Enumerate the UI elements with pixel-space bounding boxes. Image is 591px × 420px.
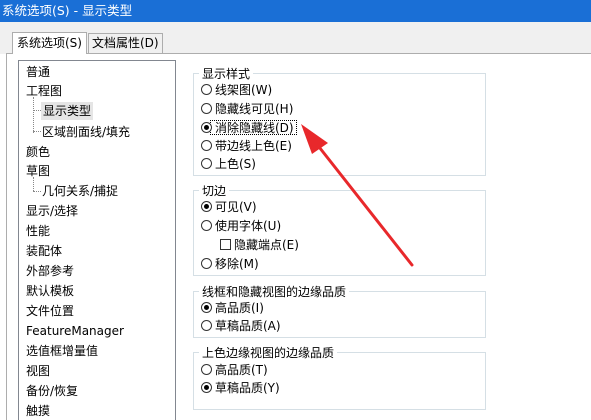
annotation-arrow-icon	[301, 124, 414, 267]
tab-system-options[interactable]: 系统选项(S)	[12, 32, 87, 54]
